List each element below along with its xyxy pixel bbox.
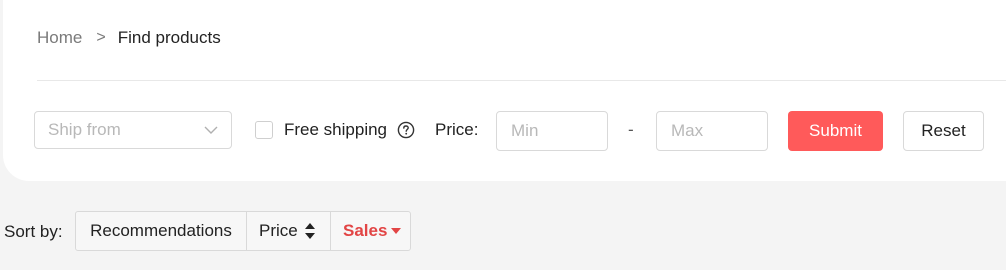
submit-button[interactable]: Submit [788,111,883,151]
caret-down-icon [391,228,402,234]
breadcrumb: Home > Find products [37,26,221,50]
reset-button[interactable]: Reset [903,111,984,151]
sort-recommendations[interactable]: Recommendations [76,212,246,250]
ship-from-placeholder: Ship from [48,120,121,139]
filter-card: Home > Find products [3,0,1006,181]
breadcrumb-current: Find products [117,28,221,47]
breadcrumb-home[interactable]: Home [37,28,82,48]
chevron-down-icon [204,126,218,134]
sort-recommendations-label: Recommendations [90,221,232,240]
divider [37,80,1006,81]
sort-price[interactable]: Price [246,212,330,250]
sort-price-label: Price [259,221,298,240]
price-max-input[interactable] [656,111,768,151]
sort-label: Sort by: [4,222,63,241]
ship-from-select[interactable]: Ship from [34,111,232,149]
free-shipping-label[interactable]: Free shipping [284,120,387,140]
price-range-separator: - [628,120,634,139]
sort-options: Recommendations Price Sales [75,211,411,251]
breadcrumb-separator: > [96,29,106,46]
price-min-input[interactable] [496,111,608,151]
sort-updown-icon [304,223,315,239]
sort-sales-label: Sales [343,221,388,240]
help-circle-icon[interactable] [397,121,415,139]
sort-sales[interactable]: Sales [330,212,410,250]
price-label: Price: [435,120,479,139]
free-shipping-checkbox[interactable] [255,121,273,139]
